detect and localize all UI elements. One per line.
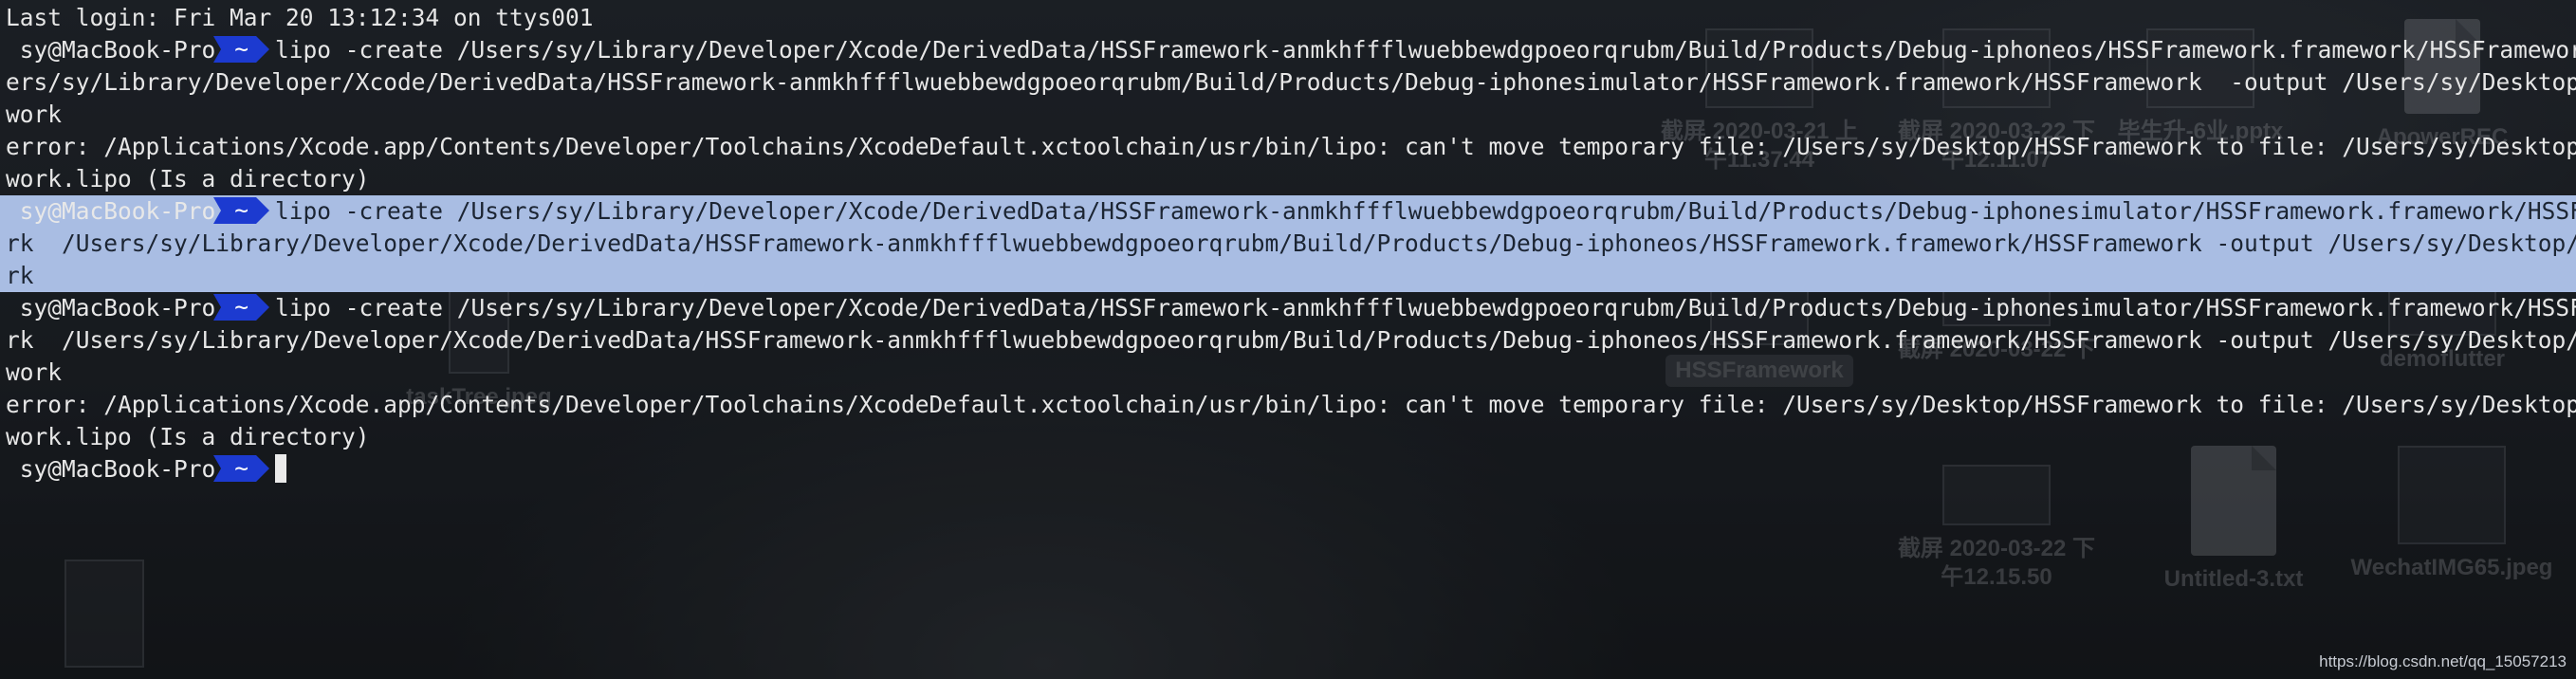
output-text: ers/sy/Library/Developer/Xcode/DerivedDa… xyxy=(6,68,2576,96)
prompt-host: sy@MacBook-Pro xyxy=(6,455,216,483)
command-line: sy@MacBook-Pro ~ lipo -create /Users/sy/Li… xyxy=(6,34,2576,66)
output-line: error: /Applications/Xcode.app/Contents/… xyxy=(6,131,2576,163)
prompt-host: sy@MacBook-Pro xyxy=(6,197,216,225)
prompt-directory-segment: ~ xyxy=(213,455,269,482)
desktop-screen: 截屏 2020-03-21 上午11.37.44 截屏 2020-03-22 下… xyxy=(0,0,2576,679)
prompt-host: sy@MacBook-Pro xyxy=(6,36,216,64)
last-login-line: Last login: Fri Mar 20 13:12:34 on ttys0… xyxy=(6,4,594,31)
command-line: sy@MacBook-Pro ~ lipo -create /Users/sy/Li… xyxy=(6,292,2576,324)
command-text: lipo -create /Users/sy/Library/Developer… xyxy=(275,36,2576,64)
output-text: work.lipo (Is a directory) xyxy=(6,165,370,193)
terminal-window[interactable]: Last login: Fri Mar 20 13:12:34 on ttys0… xyxy=(0,0,2576,679)
output-line: ers/sy/Library/Developer/Xcode/DerivedDa… xyxy=(6,66,2576,99)
output-line: error: /Applications/Xcode.app/Contents/… xyxy=(6,389,2576,421)
output-text: work.lipo (Is a directory) xyxy=(6,423,370,450)
prompt-directory-segment: ~ xyxy=(213,36,269,63)
output-text: work xyxy=(6,358,63,386)
command-line: sy@MacBook-Pro ~ xyxy=(6,453,2570,486)
command-line: sy@MacBook-Pro ~ lipo -create /Users/sy/Li… xyxy=(0,195,2576,228)
command-text: lipo -create /Users/sy/Library/Developer… xyxy=(275,197,2576,225)
output-text: rk /Users/sy/Library/Developer/Xcode/Der… xyxy=(6,229,2576,257)
terminal-output: sy@MacBook-Pro ~ lipo -create /Users/sy/Li… xyxy=(0,34,2576,486)
text-cursor xyxy=(275,454,287,483)
output-text: rk /Users/sy/Library/Developer/Xcode/Der… xyxy=(6,326,2576,354)
output-text: error: /Applications/Xcode.app/Contents/… xyxy=(6,391,2576,418)
output-line: rk /Users/sy/Library/Developer/Xcode/Der… xyxy=(6,324,2576,357)
output-text: error: /Applications/Xcode.app/Contents/… xyxy=(6,133,2576,160)
output-line: work.lipo (Is a directory) xyxy=(6,421,2570,453)
output-line: work.lipo (Is a directory) xyxy=(6,163,2570,195)
prompt-directory-segment: ~ xyxy=(213,197,269,224)
output-line: rk xyxy=(0,260,2576,292)
prompt-host: sy@MacBook-Pro xyxy=(6,294,216,321)
output-text: rk xyxy=(6,262,34,289)
output-line: work xyxy=(6,357,2570,389)
output-text: work xyxy=(6,101,63,128)
command-text: lipo -create /Users/sy/Library/Developer… xyxy=(275,294,2576,321)
watermark: https://blog.csdn.net/qq_15057213 xyxy=(2319,652,2567,670)
prompt-directory-segment: ~ xyxy=(213,294,269,321)
output-line: work xyxy=(6,99,2570,131)
output-line: rk /Users/sy/Library/Developer/Xcode/Der… xyxy=(0,228,2576,260)
